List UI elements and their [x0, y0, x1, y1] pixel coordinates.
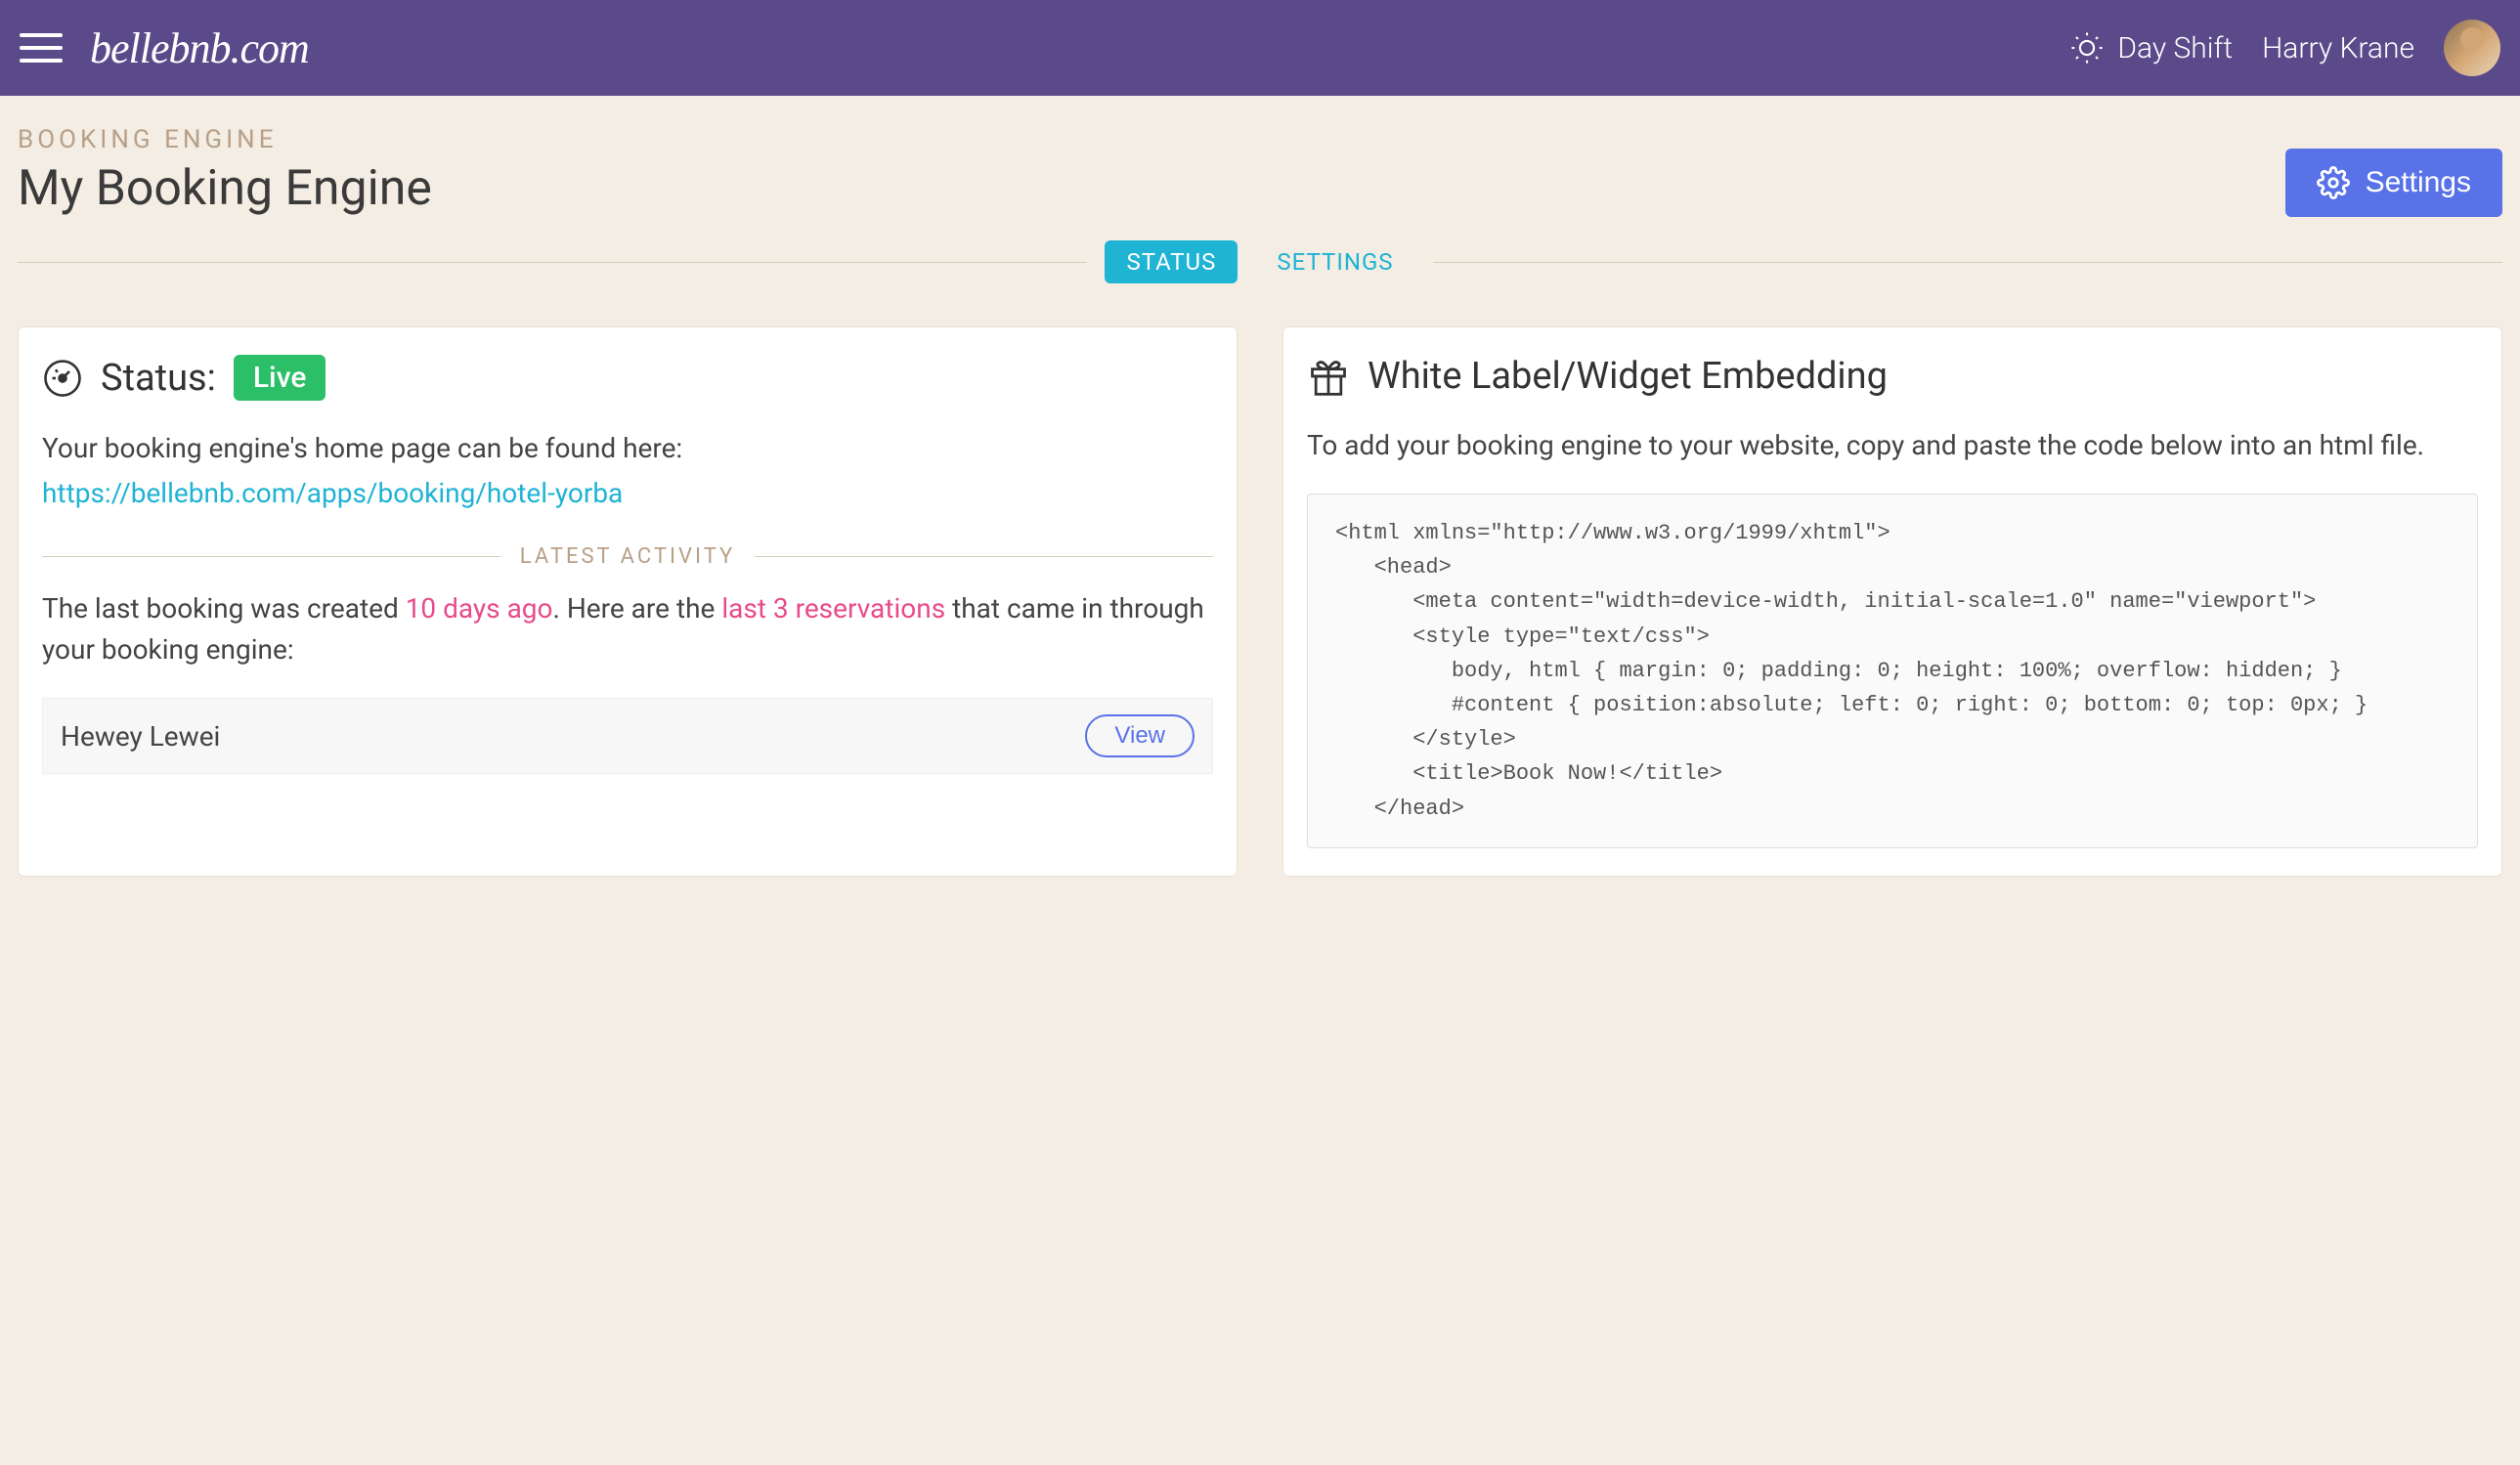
breadcrumb: BOOKING ENGINE — [18, 125, 2285, 154]
navbar: bellebnb.com Day Shift Harry Krane — [0, 0, 2520, 96]
day-shift-label: Day Shift — [2117, 31, 2233, 65]
activity-line-right — [755, 556, 1213, 557]
status-header: Status: Live — [42, 355, 1213, 401]
gift-icon — [1307, 355, 1350, 398]
tab-divider-right — [1433, 262, 2502, 263]
reservation-name: Hewey Lewei — [61, 720, 220, 753]
cards-container: Status: Live Your booking engine's home … — [0, 283, 2520, 877]
widget-card: White Label/Widget Embedding To add your… — [1282, 326, 2502, 877]
booking-engine-url[interactable]: https://bellebnb.com/apps/booking/hotel-… — [42, 477, 623, 509]
status-card: Status: Live Your booking engine's home … — [18, 326, 1238, 877]
activity-label: LATEST ACTIVITY — [500, 544, 755, 569]
view-button[interactable]: View — [1085, 714, 1195, 757]
gauge-icon — [42, 358, 83, 399]
header-left: BOOKING ENGINE My Booking Engine — [18, 125, 2285, 217]
activity-count: last 3 reservations — [721, 592, 945, 625]
widget-header: White Label/Widget Embedding — [1307, 355, 2478, 398]
status-intro-text: Your booking engine's home page can be f… — [42, 428, 1213, 469]
page-header: BOOKING ENGINE My Booking Engine Setting… — [0, 96, 2520, 217]
gear-icon — [2317, 166, 2350, 199]
embed-code-block[interactable]: <html xmlns="http://www.w3.org/1999/xhtm… — [1307, 494, 2478, 848]
activity-text: The last booking was created 10 days ago… — [42, 588, 1213, 670]
settings-button[interactable]: Settings — [2285, 149, 2502, 217]
settings-button-label: Settings — [2366, 166, 2471, 199]
activity-prefix: The last booking was created — [42, 592, 406, 625]
tab-status[interactable]: STATUS — [1105, 240, 1238, 283]
widget-title: White Label/Widget Embedding — [1368, 355, 1888, 398]
status-title: Status: — [101, 357, 216, 400]
activity-mid: . Here are the — [553, 592, 722, 625]
hamburger-menu-icon[interactable] — [20, 33, 63, 63]
widget-intro-text: To add your booking engine to your websi… — [1307, 425, 2478, 466]
day-shift-toggle[interactable]: Day Shift — [2070, 31, 2233, 65]
sun-icon — [2070, 31, 2104, 65]
activity-divider: LATEST ACTIVITY — [42, 544, 1213, 569]
tabs-row: STATUS SETTINGS — [0, 240, 2520, 283]
avatar[interactable] — [2444, 20, 2500, 76]
navbar-left: bellebnb.com — [20, 23, 309, 73]
user-name[interactable]: Harry Krane — [2262, 31, 2414, 65]
tab-settings[interactable]: SETTINGS — [1255, 240, 1414, 283]
activity-days: 10 days ago — [406, 592, 553, 625]
activity-line-left — [42, 556, 500, 557]
live-badge: Live — [234, 355, 326, 401]
tab-divider-left — [18, 262, 1087, 263]
logo[interactable]: bellebnb.com — [90, 23, 309, 73]
page-title: My Booking Engine — [18, 160, 2285, 217]
reservation-row: Hewey Lewei View — [42, 698, 1213, 774]
navbar-right: Day Shift Harry Krane — [2070, 20, 2500, 76]
tabs-center: STATUS SETTINGS — [1087, 240, 1432, 283]
